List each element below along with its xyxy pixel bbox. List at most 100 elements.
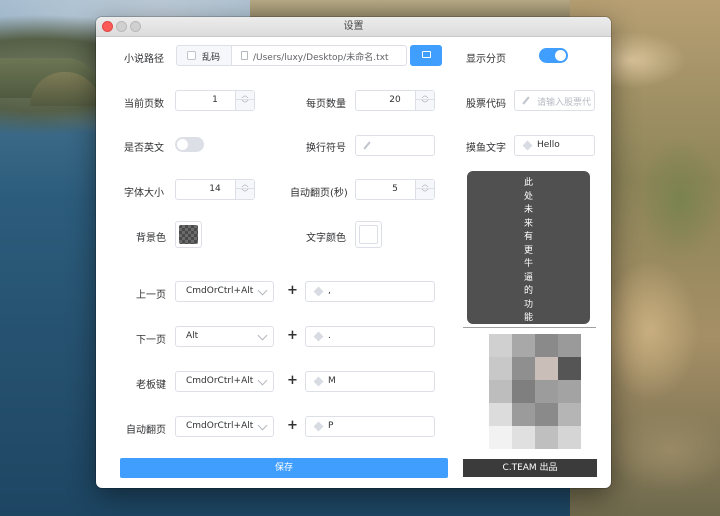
- next-page-key-input[interactable]: .: [305, 326, 435, 347]
- boss-key-modifier: CmdOrCtrl+Alt: [186, 376, 254, 386]
- fish-text-label: 摸鱼文字: [466, 143, 506, 154]
- chevron-down-icon: [257, 375, 268, 386]
- qr-code-pixel: [535, 334, 558, 357]
- stepper-up-icon[interactable]: ︿: [236, 91, 254, 100]
- qr-code-pixel: [489, 334, 512, 357]
- auto-page-sec-input[interactable]: 5 ︿ ﹀: [355, 179, 435, 200]
- preview-char: 的: [523, 286, 533, 296]
- preview-char: 处: [523, 191, 533, 202]
- qr-code-pixel: [558, 334, 581, 357]
- stepper-up-icon[interactable]: ︿: [236, 180, 254, 189]
- show-paging-label: 显示分页: [466, 54, 506, 65]
- window-title: 设置: [343, 21, 364, 32]
- font-size-input[interactable]: 14 ︿ ﹀: [175, 179, 255, 200]
- boss-key-key: M: [328, 376, 336, 386]
- qr-code-pixel: [512, 403, 535, 426]
- qr-code-pixel: [489, 357, 512, 380]
- font-size-stepper[interactable]: ︿ ﹀: [235, 180, 254, 199]
- preview-panel: 此处未来有更牛逼的功能: [467, 171, 590, 324]
- qr-code-pixel: [558, 403, 581, 426]
- qr-code-pixel: [512, 380, 535, 403]
- next-page-modifier-select[interactable]: Alt: [175, 326, 274, 347]
- prev-page-label: 上一页: [136, 290, 166, 301]
- stepper-down-icon[interactable]: ﹀: [416, 189, 434, 198]
- line-break-input[interactable]: [355, 135, 435, 156]
- qr-code-pixel: [512, 334, 535, 357]
- per-page-stepper[interactable]: ︿ ﹀: [415, 91, 434, 110]
- line-break-label: 换行符号: [306, 143, 346, 154]
- auto-page-modifier-select[interactable]: CmdOrCtrl+Alt: [175, 416, 274, 437]
- preview-char: 功: [523, 299, 533, 310]
- file-icon: [241, 51, 248, 60]
- preview-char: 未: [523, 205, 533, 215]
- per-page-input[interactable]: 20 ︿ ﹀: [355, 90, 435, 111]
- plus-sign: +: [287, 328, 298, 343]
- qr-code-pixel: [558, 426, 581, 449]
- save-button[interactable]: 保存: [120, 458, 448, 478]
- stock-code-placeholder: 请输入股票代: [537, 98, 592, 108]
- plus-sign: +: [287, 283, 298, 298]
- auto-page-sec-stepper[interactable]: ︿ ﹀: [415, 180, 434, 199]
- prev-page-key-input[interactable]: ,: [305, 281, 435, 302]
- edit-icon: [522, 96, 530, 105]
- preview-char: 有: [523, 232, 533, 242]
- auto-page-modifier: CmdOrCtrl+Alt: [186, 421, 254, 431]
- boss-key-key-input[interactable]: M: [305, 371, 435, 392]
- stepper-up-icon[interactable]: ︿: [416, 180, 434, 189]
- key-icon: [313, 286, 324, 297]
- qr-code-pixel: [558, 380, 581, 403]
- fish-text-input[interactable]: Hello: [514, 135, 595, 156]
- novel-path-label: 小说路径: [124, 54, 164, 65]
- key-icon: [313, 331, 324, 342]
- zoom-window-button[interactable]: [130, 21, 141, 32]
- text-color-label: 文字颜色: [306, 233, 346, 244]
- next-page-label: 下一页: [136, 335, 166, 346]
- auto-page-key-input[interactable]: P: [305, 416, 435, 437]
- per-page-label: 每页数量: [306, 99, 346, 110]
- auto-page-key: P: [328, 421, 334, 431]
- settings-window: 设置 小说路径 乱码 /Users/luxy/Desktop/未命名.txt 显…: [96, 17, 611, 488]
- edit-icon: [363, 141, 371, 150]
- current-page-input[interactable]: 1 ︿ ﹀: [175, 90, 255, 111]
- garbled-checkbox[interactable]: [187, 51, 196, 60]
- garbled-checkbox-group[interactable]: 乱码: [176, 45, 232, 66]
- stepper-down-icon[interactable]: ﹀: [236, 100, 254, 109]
- novel-path-value: /Users/luxy/Desktop/未命名.txt: [253, 53, 389, 63]
- minimize-window-button[interactable]: [116, 21, 127, 32]
- preview-panel-text: 此处未来有更牛逼的功能: [467, 177, 590, 326]
- divider: [463, 327, 596, 328]
- qr-code-pixel: [535, 426, 558, 449]
- stepper-up-icon[interactable]: ︿: [416, 91, 434, 100]
- preview-char: 此: [523, 178, 533, 188]
- current-page-value: 1: [212, 95, 218, 105]
- garbled-label: 乱码: [202, 53, 221, 63]
- auto-page-sec-label: 自动翻页(秒): [290, 188, 348, 199]
- auto-page-label: 自动翻页: [126, 425, 166, 436]
- plus-sign: +: [287, 418, 298, 433]
- boss-key-modifier-select[interactable]: CmdOrCtrl+Alt: [175, 371, 274, 392]
- preview-char: 逼: [523, 272, 533, 283]
- close-window-button[interactable]: [102, 21, 113, 32]
- novel-path-input[interactable]: /Users/luxy/Desktop/未命名.txt: [231, 45, 407, 66]
- chevron-down-icon: [257, 285, 268, 296]
- choose-file-button[interactable]: [410, 45, 442, 66]
- text-color-picker[interactable]: [355, 221, 382, 248]
- stepper-down-icon[interactable]: ﹀: [236, 189, 254, 198]
- is-english-toggle[interactable]: [175, 137, 204, 152]
- key-icon: [313, 421, 324, 432]
- next-page-modifier: Alt: [186, 331, 199, 341]
- show-paging-toggle[interactable]: [539, 48, 568, 63]
- qr-code-pixel: [535, 357, 558, 380]
- font-size-value: 14: [209, 184, 221, 194]
- key-icon: [313, 376, 324, 387]
- stepper-down-icon[interactable]: ﹀: [416, 100, 434, 109]
- stock-code-input[interactable]: 请输入股票代: [514, 90, 595, 111]
- next-page-key: .: [328, 331, 331, 341]
- plus-sign: +: [287, 373, 298, 388]
- prev-page-modifier-select[interactable]: CmdOrCtrl+Alt: [175, 281, 274, 302]
- qr-code-pixel: [535, 403, 558, 426]
- current-page-stepper[interactable]: ︿ ﹀: [235, 91, 254, 110]
- toggle-knob: [555, 50, 566, 61]
- preview-char: 能: [523, 313, 533, 323]
- bg-color-picker[interactable]: [175, 221, 202, 248]
